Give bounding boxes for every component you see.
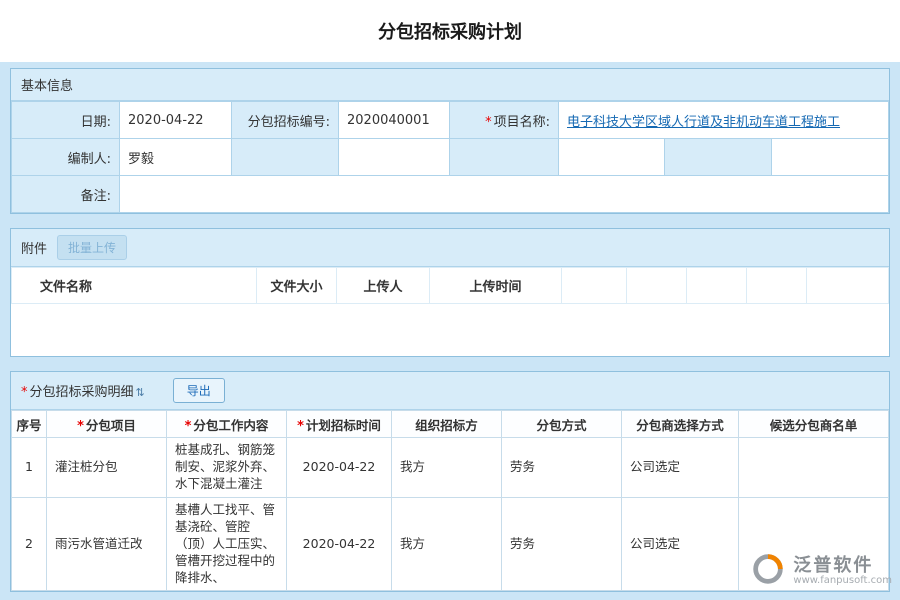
required-mark: * bbox=[185, 419, 192, 434]
details-col-time-text: 计划招标时间 bbox=[306, 418, 381, 433]
brand-name: 泛普软件 bbox=[793, 556, 892, 576]
page-title: 分包招标采购计划 bbox=[378, 18, 522, 44]
details-col-candidates: 候选分包商名单 bbox=[739, 411, 889, 438]
attachments-section: 附件 批量上传 文件名称 文件大小 上传人 上传时间 bbox=[10, 228, 890, 357]
project-name-label: *项目名称: bbox=[450, 102, 559, 139]
sort-icon[interactable]: ⇅ bbox=[136, 386, 145, 399]
empty-value-cell bbox=[339, 139, 450, 176]
content: 基本信息 日期: 2020-04-22 分包招标编号: 2020040001 *… bbox=[0, 62, 900, 592]
details-col-organizer: 组织招标方 bbox=[392, 411, 502, 438]
cell-selection: 公司选定 bbox=[622, 438, 739, 498]
remark-value bbox=[120, 176, 889, 213]
cell-seq: 2 bbox=[12, 498, 47, 591]
details-header-row: 序号 *分包项目 *分包工作内容 *计划招标时间 组织招标方 分包方式 分包商选… bbox=[12, 411, 889, 438]
details-col-project: *分包项目 bbox=[47, 411, 167, 438]
empty-value-cell bbox=[772, 139, 889, 176]
details-title-wrap: *分包招标采购明细⇅ bbox=[21, 381, 145, 400]
basic-info-section-header: 基本信息 bbox=[11, 69, 889, 101]
details-title: 分包招标采购明细 bbox=[30, 385, 134, 400]
details-col-method: 分包方式 bbox=[502, 411, 622, 438]
details-col-project-text: 分包项目 bbox=[86, 418, 136, 433]
cell-content: 基槽人工找平、管基浇砼、管腔（顶）人工压实、管槽开挖过程中的降排水、 bbox=[167, 498, 287, 591]
details-col-selection: 分包商选择方式 bbox=[622, 411, 739, 438]
cell-organizer: 我方 bbox=[392, 498, 502, 591]
details-section-header: *分包招标采购明细⇅ 导出 bbox=[11, 372, 889, 410]
empty-label-cell bbox=[665, 139, 772, 176]
attachments-col-uploadtime: 上传时间 bbox=[430, 268, 562, 304]
export-button[interactable]: 导出 bbox=[173, 378, 225, 403]
basic-info-form: 日期: 2020-04-22 分包招标编号: 2020040001 *项目名称:… bbox=[11, 101, 889, 213]
creator-label: 编制人: bbox=[12, 139, 120, 176]
cell-project: 雨污水管道迁改 bbox=[47, 498, 167, 591]
details-col-time: *计划招标时间 bbox=[287, 411, 392, 438]
attachments-col-filesize: 文件大小 bbox=[257, 268, 337, 304]
details-col-content: *分包工作内容 bbox=[167, 411, 287, 438]
required-mark: * bbox=[485, 115, 492, 130]
footer-brand-texts: 泛普软件 www.fanpusoft.com bbox=[793, 556, 892, 587]
page: 分包招标采购计划 基本信息 日期: 2020-04-22 分包招标编号: 202… bbox=[0, 0, 900, 600]
cell-selection: 公司选定 bbox=[622, 498, 739, 591]
date-label: 日期: bbox=[12, 102, 120, 139]
title-bar: 分包招标采购计划 bbox=[0, 0, 900, 62]
attachments-col-empty bbox=[747, 268, 807, 304]
attachments-section-header: 附件 批量上传 bbox=[11, 229, 889, 267]
empty-label-cell bbox=[232, 139, 339, 176]
empty-value-cell bbox=[559, 139, 665, 176]
cell-method: 劳务 bbox=[502, 498, 622, 591]
bid-no-label: 分包招标编号: bbox=[232, 102, 339, 139]
project-name-link[interactable]: 电子科技大学区域人行道及非机动车道工程施工 bbox=[567, 115, 840, 130]
footer-brand: 泛普软件 www.fanpusoft.com bbox=[749, 550, 892, 592]
cell-organizer: 我方 bbox=[392, 438, 502, 498]
basic-info-title: 基本信息 bbox=[21, 75, 73, 94]
cell-candidates bbox=[739, 438, 889, 498]
details-col-content-text: 分包工作内容 bbox=[193, 418, 268, 433]
attachments-title: 附件 bbox=[21, 238, 47, 257]
cell-time: 2020-04-22 bbox=[287, 438, 392, 498]
project-name-label-text: 项目名称: bbox=[494, 115, 550, 130]
project-name-cell: 电子科技大学区域人行道及非机动车道工程施工 bbox=[559, 102, 889, 139]
required-mark: * bbox=[297, 419, 304, 434]
attachments-col-empty bbox=[627, 268, 687, 304]
creator-value: 罗毅 bbox=[120, 139, 232, 176]
bid-no-value: 2020040001 bbox=[339, 102, 450, 139]
batch-upload-button[interactable]: 批量上传 bbox=[57, 235, 127, 260]
attachments-col-empty bbox=[562, 268, 627, 304]
table-row: 1 灌注桩分包 桩基成孔、钢筋笼制安、泥浆外弃、水下混凝土灌注 2020-04-… bbox=[12, 438, 889, 498]
attachments-col-empty bbox=[687, 268, 747, 304]
empty-label-cell bbox=[450, 139, 559, 176]
remark-label: 备注: bbox=[12, 176, 120, 213]
cell-content: 桩基成孔、钢筋笼制安、泥浆外弃、水下混凝土灌注 bbox=[167, 438, 287, 498]
cell-seq: 1 bbox=[12, 438, 47, 498]
attachments-col-empty bbox=[807, 268, 889, 304]
required-mark: * bbox=[21, 385, 28, 400]
attachments-table: 文件名称 文件大小 上传人 上传时间 bbox=[11, 267, 889, 304]
cell-method: 劳务 bbox=[502, 438, 622, 498]
cell-time: 2020-04-22 bbox=[287, 498, 392, 591]
details-col-seq: 序号 bbox=[12, 411, 47, 438]
attachments-empty-body bbox=[11, 304, 889, 356]
fanpu-logo-icon bbox=[749, 550, 787, 592]
attachments-col-filename: 文件名称 bbox=[12, 268, 257, 304]
date-value: 2020-04-22 bbox=[120, 102, 232, 139]
cell-project: 灌注桩分包 bbox=[47, 438, 167, 498]
required-mark: * bbox=[77, 419, 84, 434]
basic-info-section: 基本信息 日期: 2020-04-22 分包招标编号: 2020040001 *… bbox=[10, 68, 890, 214]
attachments-col-uploader: 上传人 bbox=[337, 268, 430, 304]
brand-url: www.fanpusoft.com bbox=[793, 575, 892, 586]
